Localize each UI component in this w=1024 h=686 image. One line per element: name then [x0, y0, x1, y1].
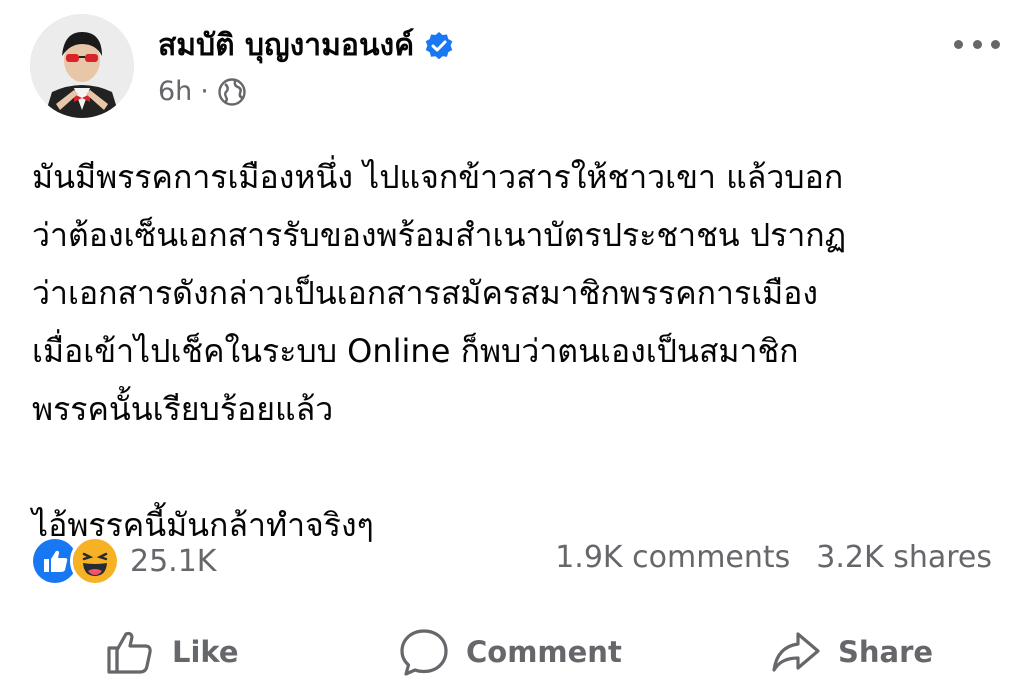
post-header: สมบัติ บุญงามอนงค์ 6h · — [30, 14, 1000, 124]
author-row: สมบัติ บุญงามอนงค์ — [158, 28, 454, 64]
comments-count[interactable]: 1.9K comments — [555, 540, 790, 575]
more-options-icon[interactable] — [954, 32, 1000, 56]
like-label: Like — [172, 635, 239, 669]
author-avatar[interactable] — [30, 14, 134, 118]
like-button[interactable]: Like — [104, 618, 239, 686]
haha-reaction-icon — [70, 536, 120, 586]
post-meta: 6h · — [158, 76, 247, 108]
author-name[interactable]: สมบัติ บุญงามอนงค์ — [158, 28, 414, 64]
post-text: มันมีพรรคการเมืองหนึ่ง ไปแจกข้าวสารให้ชา… — [32, 158, 847, 544]
comment-bubble-icon — [400, 629, 448, 676]
globe-icon[interactable] — [217, 77, 247, 107]
comment-label: Comment — [466, 635, 622, 669]
share-label: Share — [838, 635, 934, 669]
action-bar: Like Comment Share — [0, 618, 1024, 686]
engagement-counts: 1.9K comments 3.2K shares — [555, 540, 992, 575]
comment-button[interactable]: Comment — [398, 618, 622, 686]
post-stats: 25.1K 1.9K comments 3.2K shares — [30, 532, 992, 588]
shares-count[interactable]: 3.2K shares — [816, 540, 992, 575]
meta-separator: · — [200, 76, 209, 107]
reactions-count: 25.1K — [130, 543, 217, 579]
share-arrow-icon — [772, 632, 820, 672]
post-time[interactable]: 6h — [158, 76, 192, 108]
thumbs-up-icon — [107, 631, 152, 674]
share-button[interactable]: Share — [770, 618, 933, 686]
verified-badge-icon — [424, 31, 454, 61]
reactions-summary[interactable]: 25.1K — [30, 536, 216, 586]
